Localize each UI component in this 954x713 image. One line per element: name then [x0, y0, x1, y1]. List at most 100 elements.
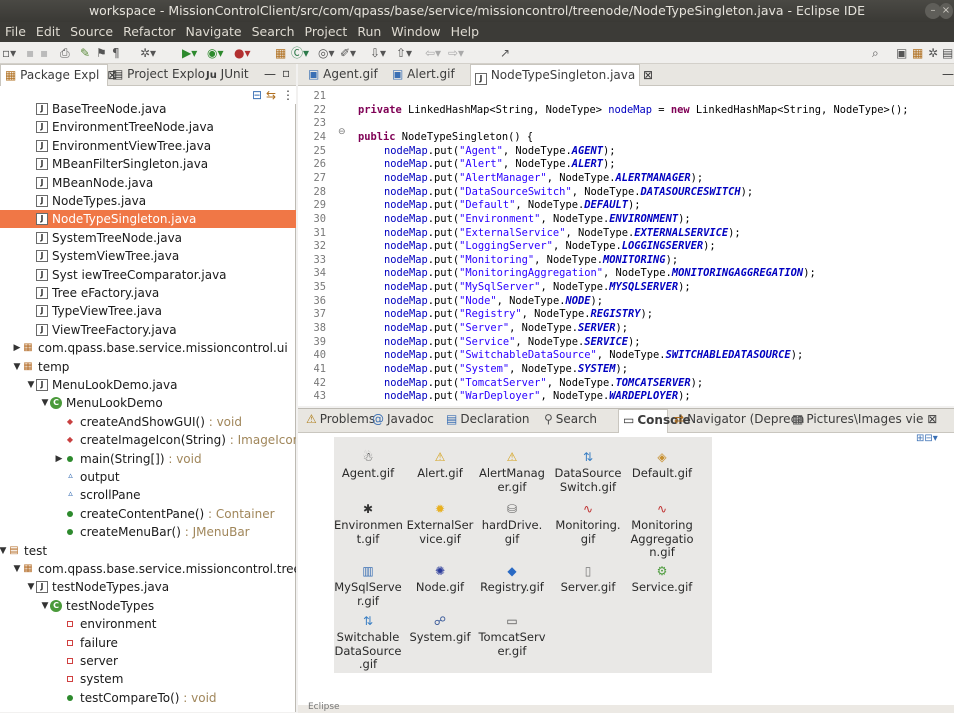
- expanded-arrow-icon[interactable]: ▼: [40, 394, 50, 412]
- menu-refactor[interactable]: Refactor: [118, 22, 180, 42]
- java-perspective-icon[interactable]: ▦: [912, 46, 923, 60]
- search-toolbar-icon[interactable]: ✐▾: [340, 46, 356, 60]
- close-button[interactable]: ×: [939, 3, 953, 19]
- image-tile[interactable]: ✹ ExternalSer vice.gif: [406, 501, 474, 546]
- pin-editor-icon[interactable]: ↗: [500, 46, 510, 60]
- image-tile[interactable]: ⇅ Switchable DataSource .gif: [334, 613, 402, 672]
- image-tile[interactable]: ⇅ DataSource Switch.gif: [554, 449, 622, 494]
- menu-project[interactable]: Project: [300, 22, 353, 42]
- menu-run[interactable]: Run: [352, 22, 386, 42]
- tree-row[interactable]: J NodeTypeSingleton.java: [0, 210, 296, 229]
- tree-row[interactable]: ▶ ▦ com.qpass.base.service.missioncontrol.…: [0, 339, 296, 357]
- tab-pictures-images-vie[interactable]: ▦ Pictures\Images vie ⊠: [788, 409, 937, 433]
- save-all-icon[interactable]: ▪: [40, 46, 48, 60]
- tab-problems[interactable]: ⚠ Problems: [302, 409, 375, 433]
- expanded-arrow-icon[interactable]: ▼: [26, 578, 36, 596]
- tree-row[interactable]: failure: [0, 634, 296, 652]
- expanded-arrow-icon[interactable]: ▼: [12, 358, 22, 376]
- tree-row[interactable]: system: [0, 670, 296, 688]
- collapsed-arrow-icon[interactable]: ▶: [54, 450, 64, 468]
- toggle-mark-icon[interactable]: ⚑: [96, 46, 107, 60]
- external-tools-icon[interactable]: ●▾: [234, 46, 251, 60]
- tree-row[interactable]: ▼ ▦ com.qpass.base.service.missioncontrol.…: [0, 560, 296, 578]
- tree-row[interactable]: createMenuBar() : JMenuBar: [0, 523, 296, 541]
- search-icon[interactable]: ⌕: [872, 46, 879, 60]
- tree-row[interactable]: J EnvironmentViewTree.java: [0, 137, 296, 155]
- fold-icon[interactable]: ⊖: [338, 127, 346, 137]
- tree-row[interactable]: ▼ ▦ temp: [0, 358, 296, 376]
- tree-row[interactable]: J MBeanFilterSingleton.java: [0, 155, 296, 173]
- expanded-arrow-icon[interactable]: ▼: [26, 376, 36, 394]
- tree-row[interactable]: J EnvironmentTreeNode.java: [0, 118, 296, 136]
- tree-row[interactable]: J Syst iewTreeComparator.java: [0, 266, 296, 284]
- tree-row[interactable]: ▶ main(String[]) : void: [0, 450, 296, 468]
- tab-agent-gif[interactable]: ▣ Agent.gif: [304, 64, 392, 86]
- menu-file[interactable]: File: [0, 22, 31, 42]
- tab-alert-gif[interactable]: ▣ Alert.gif: [388, 64, 468, 86]
- tree-row[interactable]: ▼ J MenuLookDemo.java: [0, 376, 296, 394]
- close-icon[interactable]: ⊠: [923, 412, 937, 426]
- other-perspective-icon[interactable]: ▤: [942, 46, 953, 60]
- minimize-view-icon[interactable]: —: [264, 67, 276, 81]
- back-icon[interactable]: ⇦▾: [425, 46, 441, 60]
- new-java-project-icon[interactable]: ▦: [275, 46, 286, 60]
- image-tile[interactable]: ▥ MySqlServe r.gif: [334, 563, 402, 608]
- tab-nodetypesingleton-java[interactable]: J NodeTypeSingleton.java ⊠: [470, 64, 653, 86]
- tree-row[interactable]: ◆ createAndShowGUI() : void: [0, 413, 296, 431]
- image-tile[interactable]: ⚠ Alert.gif: [406, 449, 474, 481]
- tab-javadoc[interactable]: @ Javadoc: [368, 409, 440, 433]
- tree-row[interactable]: ▵ output: [0, 468, 296, 486]
- image-tile[interactable]: ☃ Agent.gif: [334, 449, 402, 481]
- skip-breakpoints-icon[interactable]: ✎: [80, 46, 90, 60]
- image-tile[interactable]: ◈ Default.gif: [628, 449, 696, 481]
- save-icon[interactable]: ▪: [26, 46, 34, 60]
- close-icon[interactable]: ⊠: [643, 68, 653, 82]
- image-tile[interactable]: ☍ System.gif: [406, 613, 474, 645]
- run-icon[interactable]: ▶▾: [182, 46, 197, 60]
- tree-row[interactable]: J MBeanNode.java: [0, 174, 296, 192]
- tab-project-explorer[interactable]: ▤ Project Explo: [108, 64, 205, 86]
- tree-row[interactable]: ▼ ▤ test: [0, 542, 296, 560]
- tab-search[interactable]: ⚲ Search: [540, 409, 616, 433]
- print-icon[interactable]: ⎙: [60, 46, 70, 60]
- tree-row[interactable]: J SystemViewTree.java: [0, 247, 296, 265]
- image-tile[interactable]: ⛁ hardDrive. gif: [478, 501, 546, 546]
- show-whitespace-icon[interactable]: ¶: [112, 46, 120, 60]
- tree-row[interactable]: J Tree eFactory.java: [0, 284, 296, 302]
- tab-junit[interactable]: Ju JUnit: [202, 64, 260, 86]
- tab-package-explorer[interactable]: ▦ Package Expl ⊠: [0, 64, 117, 86]
- menu-navigate[interactable]: Navigate: [181, 22, 247, 42]
- tree-row[interactable]: environment: [0, 615, 296, 633]
- tree-row[interactable]: J BaseTreeNode.java: [0, 100, 296, 118]
- tree-row[interactable]: J NodeTypes.java: [0, 192, 296, 210]
- tree-row[interactable]: server: [0, 652, 296, 670]
- forward-icon[interactable]: ⇨▾: [448, 46, 464, 60]
- perspective-icon[interactable]: ▣: [896, 46, 907, 60]
- tree-row[interactable]: ◆ createImageIcon(String) : ImageIcon: [0, 431, 296, 449]
- view-actions-icon[interactable]: ⊞⊟▾: [916, 433, 938, 444]
- tab-declaration[interactable]: ▤ Declaration: [442, 409, 538, 433]
- image-tile[interactable]: ∿ Monitoring Aggregatio n.gif: [628, 501, 696, 560]
- expanded-arrow-icon[interactable]: ▼: [0, 542, 8, 560]
- next-annotation-icon[interactable]: ⇩▾: [370, 46, 386, 60]
- tree-row[interactable]: ▼ CtestNodeTypes: [0, 597, 296, 615]
- tree-row[interactable]: J TypeViewTree.java: [0, 302, 296, 320]
- menu-window[interactable]: Window: [386, 22, 445, 42]
- image-tile[interactable]: ⚙ Service.gif: [628, 563, 696, 595]
- expanded-arrow-icon[interactable]: ▼: [40, 597, 50, 615]
- tree-row[interactable]: ▼ JtestNodeTypes.java: [0, 578, 296, 596]
- tree-row[interactable]: J ViewTreeFactory.java: [0, 321, 296, 339]
- collapsed-arrow-icon[interactable]: ▶: [12, 339, 22, 357]
- open-type-icon[interactable]: ◎▾: [318, 46, 335, 60]
- image-tile[interactable]: ✺ Node.gif: [406, 563, 474, 595]
- tree-row[interactable]: ▵ scrollPane: [0, 486, 296, 504]
- image-tile[interactable]: ◆ Registry.gif: [478, 563, 546, 595]
- image-tile[interactable]: ▯ Server.gif: [554, 563, 622, 595]
- tree-row[interactable]: testCompareTo() : void: [0, 689, 296, 707]
- prev-annotation-icon[interactable]: ⇧▾: [396, 46, 412, 60]
- run-coverage-icon[interactable]: ◉▾: [207, 46, 224, 60]
- menu-help[interactable]: Help: [446, 22, 485, 42]
- tree-row[interactable]: ▼ C MenuLookDemo: [0, 394, 296, 412]
- menu-search[interactable]: Search: [247, 22, 300, 42]
- minimize-view-icon[interactable]: —: [942, 67, 954, 81]
